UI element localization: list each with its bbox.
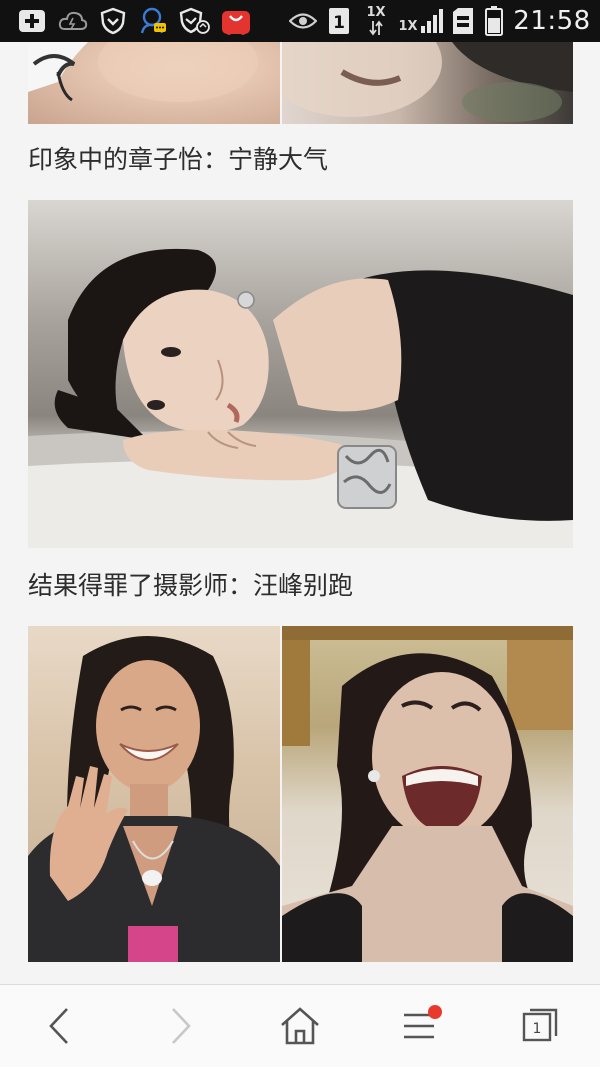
clock: 21:58	[512, 0, 592, 42]
browser-bottom-nav: 1	[0, 984, 600, 1067]
shield-sync-icon	[176, 0, 212, 42]
sim-number: 1	[333, 13, 345, 33]
net-speed-bottom: 1X	[398, 18, 418, 34]
article-content[interactable]: 印象中的章子怡：宁静大气 结果得罪了摄影师：汪峰别跑	[0, 42, 600, 984]
sim-icon: 1	[326, 0, 352, 42]
shopping-bag-icon	[218, 0, 254, 42]
menu-badge-dot	[428, 1005, 442, 1019]
cloud-icon	[56, 0, 90, 42]
sd-card-icon	[450, 0, 476, 42]
tabs-icon: 1	[522, 1008, 558, 1042]
shield-icon	[96, 0, 130, 42]
article-photo-laughing[interactable]	[282, 626, 573, 962]
menu-button[interactable]	[380, 985, 460, 1067]
status-bar: 1 1X 1X 21:58	[0, 0, 600, 42]
net-speed-top: 1X	[366, 5, 386, 20]
add-box-icon	[14, 0, 50, 42]
chat-bubble-icon	[136, 0, 170, 42]
menu-icon	[404, 1005, 442, 1039]
tabs-button[interactable]: 1	[500, 985, 580, 1067]
article-photo-portrait[interactable]	[28, 200, 573, 548]
forward-arrow-icon	[172, 1008, 191, 1044]
back-arrow-icon	[49, 1008, 68, 1044]
tab-count: 1	[533, 1021, 542, 1037]
back-button[interactable]	[20, 985, 100, 1067]
forward-button[interactable]	[140, 985, 220, 1067]
battery-icon	[482, 0, 506, 42]
signal-icon: 1X	[396, 0, 446, 42]
article-photo-right[interactable]	[282, 42, 573, 124]
article-photo-left[interactable]	[28, 42, 280, 124]
photo-caption-1: 印象中的章子怡：宁静大气	[28, 145, 329, 174]
photo-caption-2: 结果得罪了摄影师：汪峰别跑	[28, 571, 354, 600]
home-button[interactable]	[260, 985, 340, 1067]
article-photo-smiling[interactable]	[28, 626, 280, 962]
home-icon	[281, 1007, 319, 1045]
status-time: 21:58	[513, 6, 591, 36]
data-arrows-icon: 1X	[362, 0, 390, 42]
eye-icon	[288, 0, 318, 42]
